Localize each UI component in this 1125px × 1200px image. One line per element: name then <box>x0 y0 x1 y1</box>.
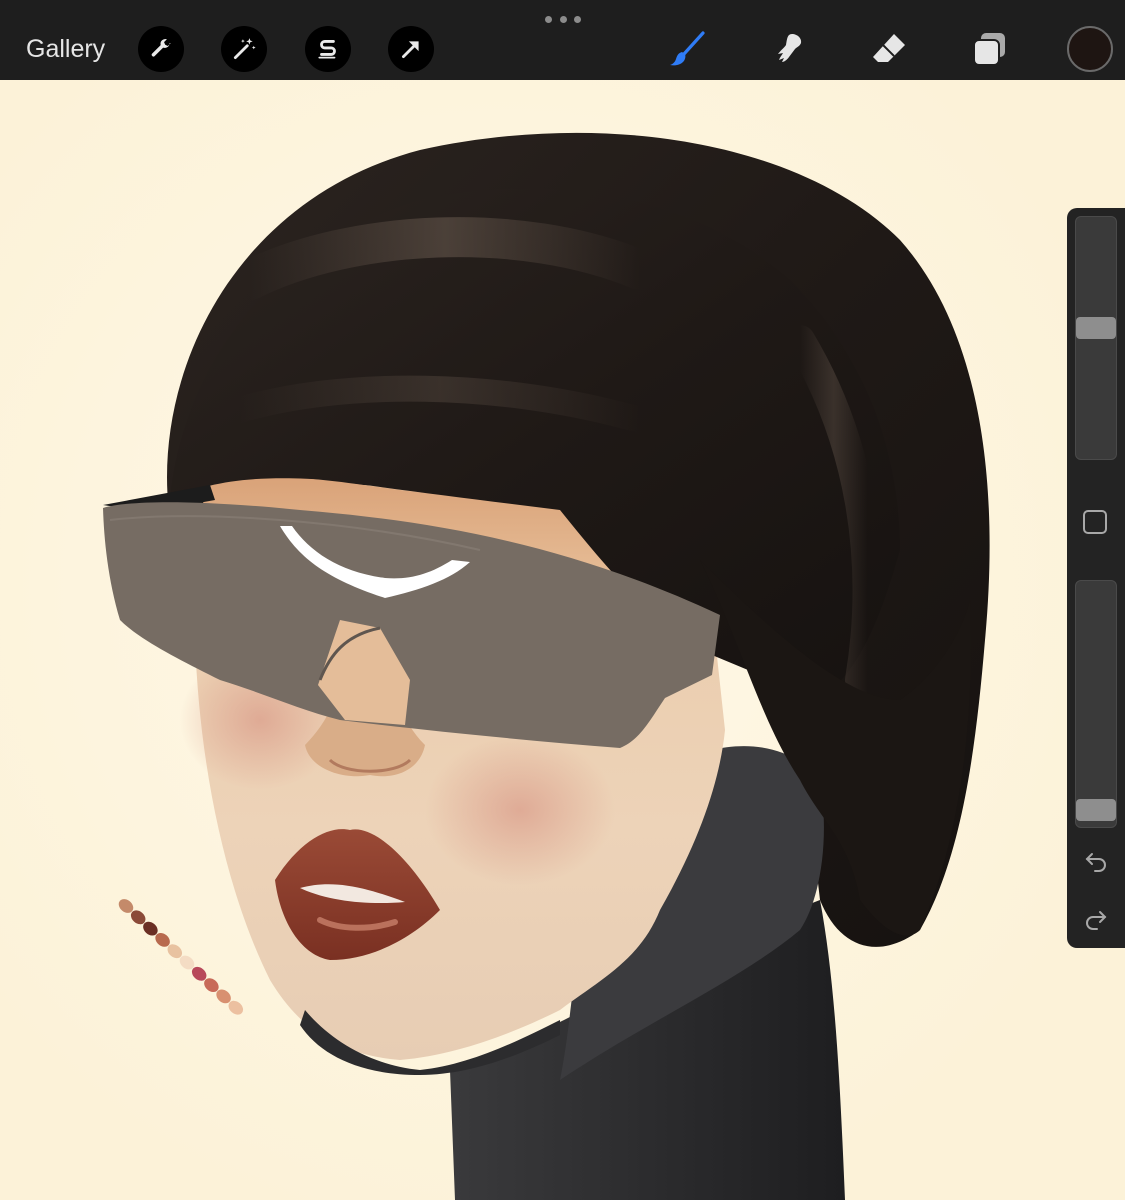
gallery-button[interactable]: Gallery <box>26 34 105 64</box>
brush-size-slider[interactable] <box>1075 216 1117 460</box>
drawing-canvas[interactable] <box>0 80 1125 1200</box>
color-picker-button[interactable] <box>1067 26 1113 72</box>
erase-tool-button[interactable] <box>868 28 910 70</box>
redo-icon[interactable] <box>1082 906 1110 934</box>
smudge-tool-button[interactable] <box>767 28 809 70</box>
eraser-icon <box>873 34 905 62</box>
square-icon[interactable] <box>1083 510 1107 534</box>
selection-button[interactable] <box>305 26 351 72</box>
undo-icon[interactable] <box>1082 848 1110 876</box>
layers-button[interactable] <box>968 28 1010 70</box>
brush-opacity-thumb[interactable] <box>1076 799 1116 821</box>
actions-button[interactable] <box>138 26 184 72</box>
smudge-icon <box>778 34 802 62</box>
selection-s-icon <box>318 40 336 59</box>
brush-opacity-slider[interactable] <box>1075 580 1117 828</box>
brush-sidebar <box>1067 208 1125 948</box>
arrow-cursor-icon <box>402 41 419 58</box>
paint-tool-button[interactable] <box>666 28 708 70</box>
transform-button[interactable] <box>388 26 434 72</box>
brush-size-thumb[interactable] <box>1076 316 1116 339</box>
brush-icon <box>670 31 705 66</box>
color-palette-swatches <box>118 899 244 1015</box>
adjustments-button[interactable] <box>221 26 267 72</box>
magic-wand-icon <box>233 38 256 60</box>
top-toolbar: Gallery <box>0 0 1125 80</box>
wrench-icon <box>151 38 171 57</box>
layers-icon <box>973 33 1005 66</box>
ellipsis-icon[interactable] <box>545 14 581 24</box>
